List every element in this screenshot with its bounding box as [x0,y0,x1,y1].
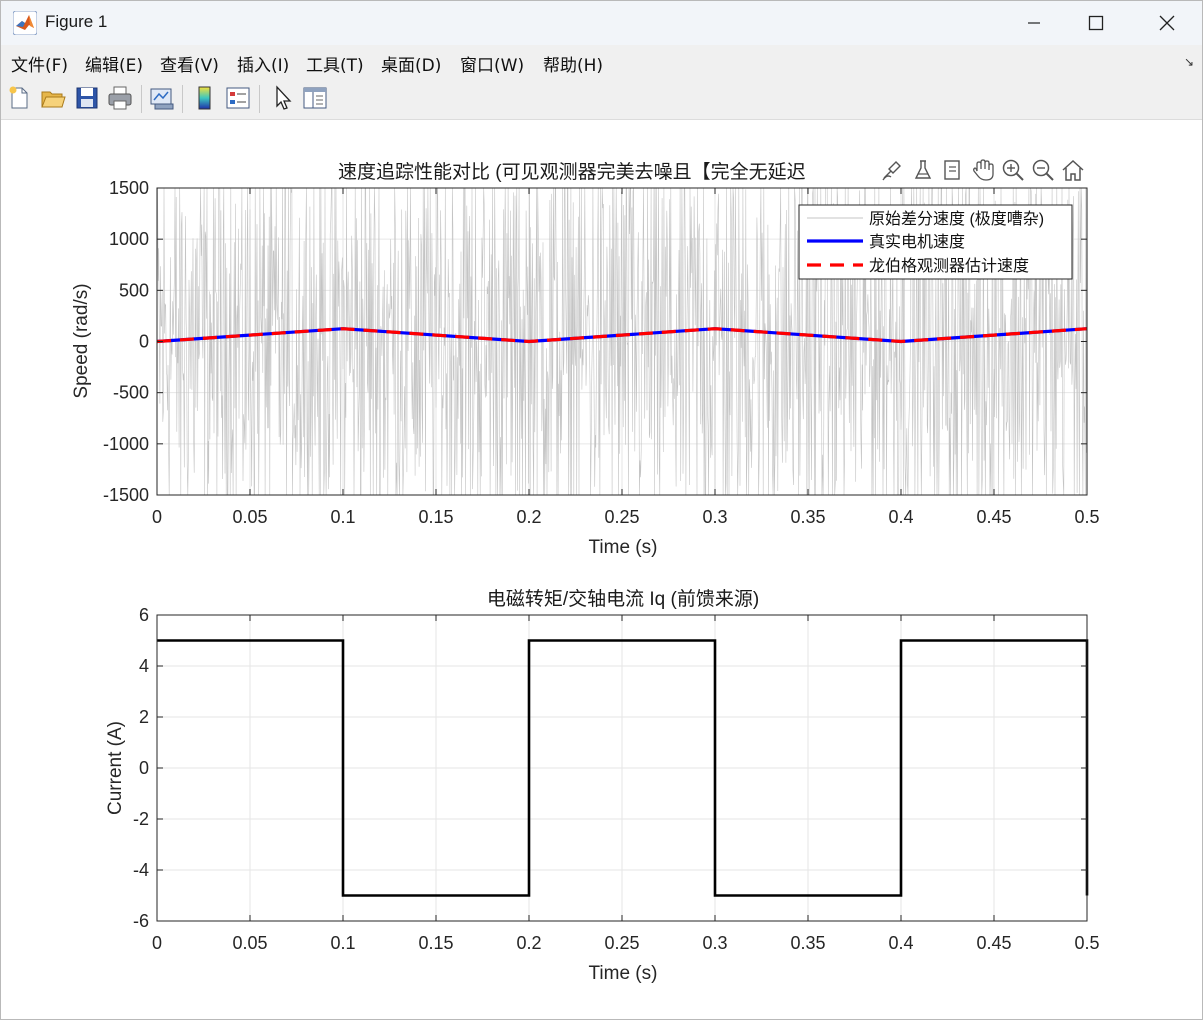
current-x-tick-label: 0.35 [790,933,825,953]
toolbar-separator [259,85,260,113]
current-x-tick-label: 0.05 [232,933,267,953]
minimize-icon [1028,22,1040,24]
current-axes[interactable]: 0 0.05 0.1 0.15 0.2 0.25 0.3 0.35 0.4 0.45 0.5 -6-… [105,588,1100,984]
speed-x-tick-label: 0.25 [604,507,639,527]
current-y-tick-label: -4 [133,860,149,880]
print-icon[interactable] [106,84,134,112]
menu-tools[interactable]: 工具(T) [306,51,364,76]
speed-x-tick-label: 0.35 [790,507,825,527]
speed-y-tick-label: 500 [119,280,149,300]
menu-help[interactable]: 帮助(H) [543,51,603,76]
current-x-tick-label: 0.1 [330,933,355,953]
current-y-tick-label: 4 [139,656,149,676]
close-button[interactable] [1144,1,1190,45]
speed-x-tick-label: 0.1 [330,507,355,527]
title-bar[interactable]: Figure 1 [1,1,1202,45]
speed-x-tick-label: 0.3 [702,507,727,527]
current-x-tick-label: 0 [152,933,162,953]
close-icon [1159,15,1175,31]
current-y-label: Current (A) [105,721,126,815]
current-y-tick-label: -6 [133,911,149,931]
maximize-icon [1088,15,1104,31]
speed-legend[interactable]: 原始差分速度 (极度嘈杂) 真实电机速度 龙伯格观测器估计速度 [798,204,1073,280]
menu-file[interactable]: 文件(F) [11,51,68,76]
figure-toolbar [1,79,1202,120]
legend-icon[interactable] [224,84,252,112]
menu-window[interactable]: 窗口(W) [460,51,524,76]
speed-y-tick-labels: -1500 -1000 -500 0 500 1000 1500 [103,178,149,505]
speed-y-tick-label: 0 [139,332,149,352]
current-x-tick-label: 0.25 [604,933,639,953]
new-figure-icon[interactable] [5,84,33,112]
speed-x-tick-labels: 0 0.05 0.1 0.15 0.2 0.25 0.3 0.35 0.4 0.45 0.5 [152,507,1100,527]
speed-y-tick-label: 1500 [109,178,149,198]
speed-x-tick-label: 0.15 [418,507,453,527]
toolbar-separator [141,85,142,113]
menu-insert[interactable]: 插入(I) [237,51,289,76]
matlab-logo-icon [13,11,37,35]
speed-x-tick-label: 0.4 [888,507,913,527]
current-x-tick-label: 0.3 [702,933,727,953]
speed-y-label: Speed (rad/s) [71,283,92,398]
current-x-tick-label: 0.45 [976,933,1011,953]
speed-y-tick-label: -1000 [103,434,149,454]
axes-toolbar [879,155,1089,185]
speed-x-label: Time (s) [589,537,658,558]
speed-x-tick-label: 0.2 [516,507,541,527]
speed-x-tick-label: 0.05 [232,507,267,527]
property-inspector-icon[interactable] [301,84,329,112]
menu-view[interactable]: 查看(V) [160,51,219,76]
current-x-tick-label: 0.4 [888,933,913,953]
save-icon[interactable] [73,84,101,112]
current-y-tick-label: 2 [139,707,149,727]
speed-x-tick-label: 0.45 [976,507,1011,527]
figure-window: Figure 1 文件(F) 编辑(E) 查看(V) 插入(I) 工具(T) 桌… [0,0,1203,1020]
menu-edit[interactable]: 编辑(E) [85,51,143,76]
speed-y-tick-label: -500 [113,383,149,403]
open-file-icon[interactable] [39,84,67,112]
pointer-icon[interactable] [269,84,297,112]
legend-estimate-label: 龙伯格观测器估计速度 [869,257,1029,275]
toolbar-separator [182,85,183,113]
speed-axes-title: 速度追踪性能对比 (可见观测器完美去噪且【完全无延迟 [338,161,806,183]
current-x-tick-label: 0.2 [516,933,541,953]
speed-y-tick-label: -1500 [103,485,149,505]
colorbar-icon[interactable] [191,84,219,112]
minimize-button[interactable] [1011,1,1057,45]
speed-x-tick-label: 0 [152,507,162,527]
current-axes-title: 电磁转矩/交轴电流 Iq (前馈来源) [487,588,759,610]
speed-axes[interactable]: 0 0.05 0.1 0.15 0.2 0.25 0.3 0.35 0.4 0.45 0.5 -15… [71,155,1100,558]
speed-y-tick-label: 1000 [109,229,149,249]
figure-canvas: 0 0.05 0.1 0.15 0.2 0.25 0.3 0.35 0.4 0.45 0.5 -15… [1,120,1202,1019]
menu-bar: 文件(F) 编辑(E) 查看(V) 插入(I) 工具(T) 桌面(D) 窗口(W… [1,45,1202,79]
current-y-tick-label: 6 [139,605,149,625]
speed-x-tick-label: 0.5 [1074,507,1099,527]
legend-noisy-label: 原始差分速度 (极度嘈杂) [869,210,1044,228]
window-title: Figure 1 [45,12,108,31]
current-x-tick-label: 0.5 [1074,933,1099,953]
current-y-tick-label: -2 [133,809,149,829]
menu-overflow-icon[interactable]: ↘ [1184,55,1194,69]
current-y-tick-labels: -6 -4 -2 0 2 4 6 [133,605,149,931]
current-x-label: Time (s) [589,963,658,984]
current-x-tick-label: 0.15 [418,933,453,953]
legend-true-speed-label: 真实电机速度 [869,233,965,251]
link-plot-icon[interactable] [148,84,176,112]
current-x-tick-labels: 0 0.05 0.1 0.15 0.2 0.25 0.3 0.35 0.4 0.45 0.5 [152,933,1100,953]
current-y-tick-label: 0 [139,758,149,778]
menu-desktop[interactable]: 桌面(D) [381,51,441,76]
figure-plot-area: 0 0.05 0.1 0.15 0.2 0.25 0.3 0.35 0.4 0.45 0.5 -15… [71,155,1100,984]
maximize-button[interactable] [1073,1,1119,45]
